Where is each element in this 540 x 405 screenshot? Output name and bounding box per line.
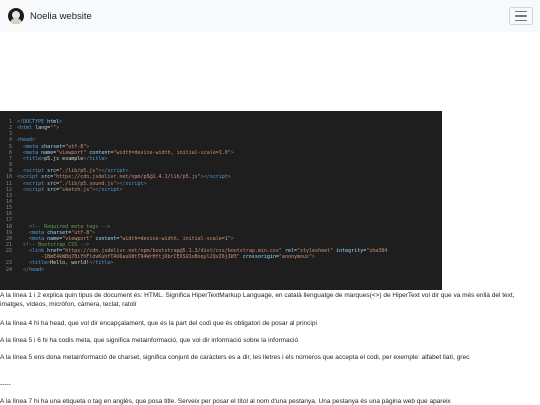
code-text: <script src="sketch.js"></script> <box>23 186 123 193</box>
navbar-toggle-button[interactable] <box>509 7 533 25</box>
code-line: 21 <!-- Bootstrap CSS --> <box>0 242 442 248</box>
code-line: 3 <box>0 131 442 137</box>
code-line: 9 <script src="./lib/p5.js"></script> <box>0 168 442 174</box>
line-number: 24 <box>5 266 12 273</box>
code-line: 18 <!-- Required meta tags --> <box>0 224 442 230</box>
paragraph-line-7: A la línea 7 hi ha una etiqueta o tag en… <box>0 398 451 405</box>
paragraph-line-4: A la línea 4 hi ha head, que vol dir enc… <box>0 320 317 327</box>
line-number: 12 <box>5 186 12 193</box>
code-line: 11 <script src="./lib/p5.sound.js"></scr… <box>0 181 442 187</box>
line-number: 18 <box>5 223 12 230</box>
code-line: -1BmE4kWBq78iYhFldvKuhfTAU6auU8tT94WrHft… <box>0 254 442 260</box>
line-number: 20 <box>5 235 12 242</box>
code-line: 6 <meta name="viewport" content="width=d… <box>0 150 442 156</box>
code-text: -1BmE4kWBq78iYhFldvKuhfTAU6auU8tT94WrHft… <box>17 254 316 261</box>
code-text: <!DOCTYPE html> <box>17 119 63 125</box>
code-line: 22 <link href="https://cdn.jsdelivr.net/… <box>0 248 442 254</box>
code-line: 23 <title>Hello, world!</title> <box>0 260 442 266</box>
code-line: 1 <!DOCTYPE html> <box>0 119 442 125</box>
line-number: 21 <box>5 242 12 248</box>
code-line: 19 <meta charset="utf-8"> <box>0 230 442 236</box>
hamburger-menu-icon <box>515 11 527 13</box>
code-line: 8 <box>0 162 442 168</box>
code-text: <meta name="viewport" content="width=dev… <box>29 235 234 242</box>
line-number: 15 <box>5 205 12 212</box>
code-line: 24 </head> <box>0 267 442 273</box>
line-number: 10 <box>5 174 12 181</box>
line-number: 11 <box>5 180 12 187</box>
code-text: <script src="./lib/p5.sound.js"></script… <box>23 180 147 187</box>
code-text: <head> <box>17 137 36 144</box>
code-text: <meta name="viewport" content="width=dev… <box>23 149 234 156</box>
code-text: <html lang=""> <box>17 125 60 132</box>
code-text: <title>p5.js example</title> <box>23 155 108 162</box>
code-line: 2 <html lang=""> <box>0 125 442 131</box>
code-text: <meta charset="utf-8"> <box>23 143 90 150</box>
line-number: 2 <box>8 125 12 132</box>
line-number: 22 <box>5 248 12 255</box>
brand-name: Noelia website <box>30 10 92 22</box>
line-number: 17 <box>5 217 12 224</box>
code-line: 13 <box>0 193 442 199</box>
line-number: 4 <box>8 137 12 144</box>
paragraph-line-5-charset: A la línea 5 ens dona metainformació de … <box>0 354 470 361</box>
line-number: 7 <box>8 155 12 162</box>
code-line: 4 <head> <box>0 137 442 143</box>
code-text: <script src="https://cdn.jsdelivr.net/np… <box>17 174 231 181</box>
code-line: 20 <meta name="viewport" content="width=… <box>0 236 442 242</box>
line-number: 23 <box>5 260 12 267</box>
code-line: 17 <box>0 217 442 223</box>
line-number: 9 <box>8 168 12 175</box>
line-number: 5 <box>8 143 12 150</box>
brand-link[interactable]: Noelia website <box>8 8 92 24</box>
code-line: 15 <box>0 205 442 211</box>
code-line: 14 <box>0 199 442 205</box>
code-text: <title>Hello, world!</title> <box>29 260 114 267</box>
code-line: 10 <script src="https://cdn.jsdelivr.net/… <box>0 174 442 180</box>
code-line: 12 <script src="sketch.js"></script> <box>0 187 442 193</box>
code-text: <meta charset="utf-8"> <box>29 229 96 236</box>
hamburger-line <box>515 15 527 17</box>
code-text: <script src="./lib/p5.js"></script> <box>23 168 129 175</box>
code-text: <!-- Bootstrap CSS --> <box>23 242 90 248</box>
paragraph-separator: ----- <box>0 381 11 388</box>
hamburger-line <box>515 19 527 21</box>
code-screenshot: 1 <!DOCTYPE html> 2 <html lang=""> 3 4 <head> 5… <box>0 111 442 290</box>
line-number: 1 <box>8 119 12 125</box>
code-line: 5 <meta charset="utf-8"> <box>0 144 442 150</box>
line-number: 3 <box>8 131 12 138</box>
code-line: 16 <box>0 211 442 217</box>
code-text: </head> <box>23 266 45 273</box>
navbar: Noelia website <box>0 0 540 32</box>
code-text: <!-- Required meta tags --> <box>29 223 111 230</box>
line-number: 14 <box>5 198 12 205</box>
code-line: 7 <title>p5.js example</title> <box>0 156 442 162</box>
line-number: 8 <box>8 162 12 169</box>
paragraph-line-1-2: A la línea 1 i 2 explica quin tipus de d… <box>0 292 515 308</box>
line-number: 13 <box>5 192 12 199</box>
line-number: 16 <box>5 211 12 218</box>
code-text: <link href="https://cdn.jsdelivr.net/npm… <box>29 248 388 255</box>
line-number: 19 <box>5 229 12 236</box>
avatar-logo-icon <box>8 8 24 24</box>
paragraph-line-5-6: A la línea 5 i 6 hi ha codis meta, que s… <box>0 337 299 344</box>
line-number: 6 <box>8 149 12 156</box>
